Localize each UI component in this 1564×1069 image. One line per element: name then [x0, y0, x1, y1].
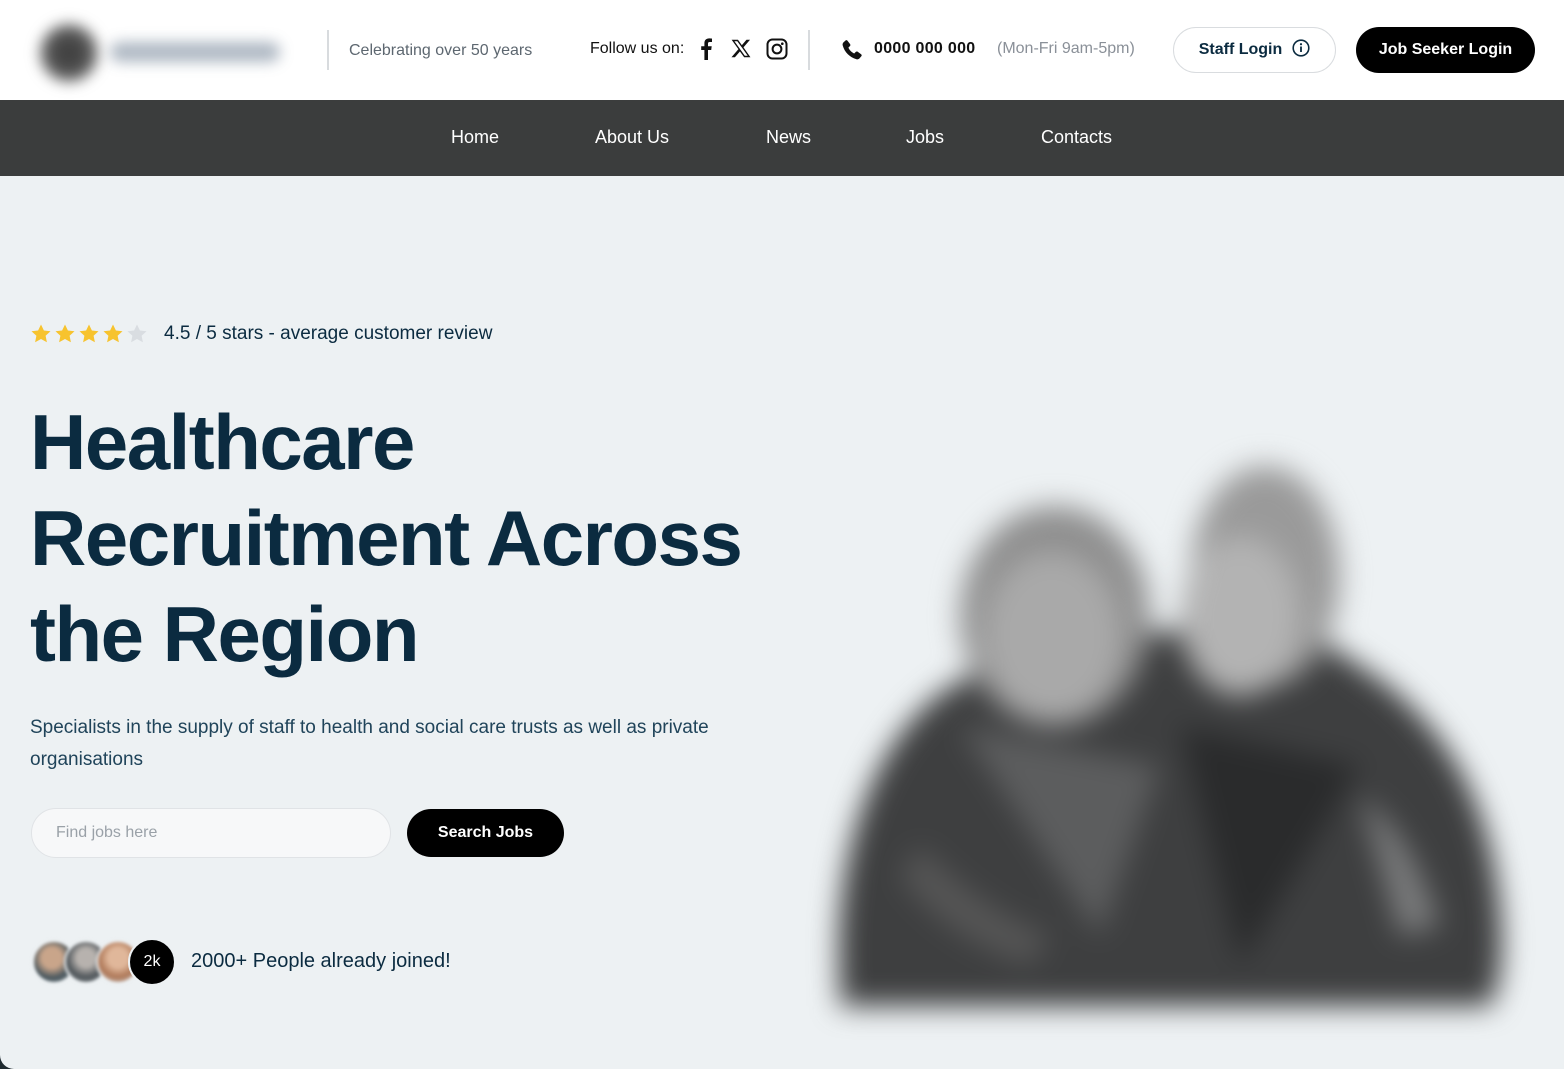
top-header: Celebrating over 50 years Follow us on: …: [0, 0, 1564, 100]
staff-login-button[interactable]: Staff Login: [1173, 27, 1336, 73]
job-seeker-login-button[interactable]: Job Seeker Login: [1356, 27, 1535, 73]
headline-line: the Region: [30, 590, 420, 678]
hero-subtitle: Specialists in the supply of staff to he…: [30, 717, 709, 770]
search-jobs-button[interactable]: Search Jobs: [407, 809, 564, 857]
tagline: Celebrating over 50 years: [349, 42, 533, 59]
customer-rating: 4.5 / 5 stars - average customer review: [30, 323, 492, 345]
hero-image: [800, 466, 1530, 1046]
hero-section: 4.5 / 5 stars - average customer review …: [0, 176, 1564, 1069]
headline-line: Recruitment Across: [30, 494, 743, 582]
joined-count-badge: 2k: [128, 938, 176, 986]
page-title: Healthcare Recruitment Across the Region: [30, 394, 790, 682]
headline-line: Healthcare: [30, 398, 415, 486]
facebook-icon[interactable]: [694, 36, 718, 62]
instagram-icon[interactable]: [765, 36, 789, 62]
logo-wordmark: [110, 42, 280, 62]
star-icon: [78, 323, 100, 345]
star-rating: [30, 323, 150, 345]
star-icon: [126, 323, 148, 345]
star-icon: [30, 323, 52, 345]
job-search-input[interactable]: [31, 808, 391, 858]
follow-label: Follow us on:: [590, 40, 685, 57]
phone-icon: [840, 38, 864, 62]
phone-hours: (Mon-Fri 9am-5pm): [997, 40, 1135, 57]
member-avatars: 2k: [32, 938, 182, 986]
star-icon: [102, 323, 124, 345]
nav-item-home[interactable]: Home: [451, 127, 499, 148]
x-icon[interactable]: [729, 36, 753, 62]
header-divider: [327, 30, 329, 70]
phone-number[interactable]: 0000 000 000: [874, 40, 975, 58]
main-nav: Home About Us News Jobs Contacts: [0, 100, 1564, 176]
nav-item-news[interactable]: News: [766, 127, 811, 148]
nav-item-about-us[interactable]: About Us: [595, 127, 669, 148]
job-seeker-login-label: Job Seeker Login: [1378, 41, 1513, 58]
joined-text: 2000+ People already joined!: [191, 950, 451, 972]
rating-text: 4.5 / 5 stars - average customer review: [164, 323, 493, 344]
staff-login-label: Staff Login: [1198, 41, 1283, 58]
company-logo[interactable]: [30, 12, 290, 88]
logo-mark: [36, 20, 102, 86]
header-divider: [808, 30, 810, 70]
info-icon: [1292, 38, 1310, 62]
nav-item-contacts[interactable]: Contacts: [1041, 127, 1112, 148]
nav-item-jobs[interactable]: Jobs: [906, 127, 944, 148]
star-icon: [54, 323, 76, 345]
